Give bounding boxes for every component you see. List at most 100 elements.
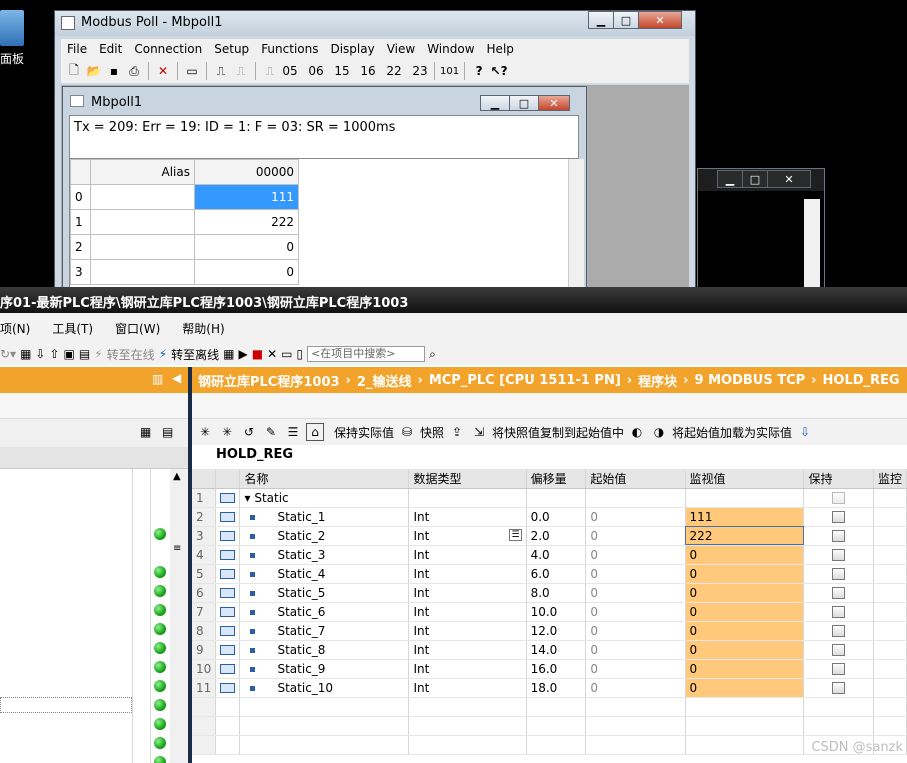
monitor-value-cell[interactable]: 222 <box>685 526 805 546</box>
fc-15-button[interactable]: 15 <box>333 62 351 80</box>
reset-start-icon[interactable]: ↺ <box>240 423 258 441</box>
help-icon[interactable]: ? <box>470 62 488 80</box>
stop-cpu-icon[interactable]: ■ <box>252 347 263 361</box>
datatype-cell[interactable]: Int <box>408 564 527 584</box>
cross-ref-icon[interactable]: ✕ <box>267 347 277 361</box>
retain-checkbox[interactable] <box>832 549 846 561</box>
start-value-cell[interactable]: 0 <box>585 678 686 698</box>
table-row[interactable]: 4 Static_3 Int 4.0 0 0 <box>192 545 907 565</box>
compile-icon[interactable]: ▦ <box>20 347 31 361</box>
menu-window[interactable]: Window <box>421 42 480 56</box>
monitor-value-cell[interactable]: 0 <box>685 602 805 622</box>
collapse-icon[interactable]: ▾ <box>244 491 250 505</box>
value-cell[interactable]: 0 <box>194 259 299 285</box>
start-value-cell[interactable]: 0 <box>585 602 686 622</box>
monitor-value-cell[interactable]: 0 <box>685 564 805 584</box>
background-scrollbar[interactable] <box>804 199 820 289</box>
retain-checkbox[interactable] <box>832 663 846 675</box>
download-icon[interactable]: ⇩ <box>35 347 45 361</box>
breadcrumb-folder[interactable]: 9 MODBUS TCP <box>695 373 806 388</box>
fc-22-button[interactable]: 22 <box>385 62 403 80</box>
retain-header[interactable]: 保持 <box>803 469 874 489</box>
upload-icon[interactable]: ⇧ <box>49 347 59 361</box>
datatype-cell[interactable]: Int <box>408 659 527 679</box>
monitor-value-cell[interactable]: 111 <box>685 507 805 527</box>
monitor-value-cell[interactable]: 0 <box>685 583 805 603</box>
redo-icon[interactable]: ↻▾ <box>0 347 16 361</box>
copy-snapshot-alt-icon[interactable]: ⇲ <box>470 423 488 441</box>
variable-name[interactable]: Static_5 <box>277 586 325 600</box>
menu-setup[interactable]: Setup <box>208 42 255 56</box>
value-cell[interactable]: 222 <box>194 209 299 235</box>
search-project-icon[interactable]: ⌕ <box>429 347 436 362</box>
retain-checkbox[interactable] <box>832 530 846 542</box>
variable-name[interactable]: Static_9 <box>277 662 325 676</box>
retain-checkbox[interactable] <box>832 606 846 618</box>
table-row[interactable]: 2 Static_1 Int 0.0 0 111 <box>192 507 907 527</box>
disconnect-icon[interactable]: ⎍ <box>232 62 250 80</box>
retain-checkbox[interactable] <box>832 511 846 523</box>
breadcrumb-project[interactable]: 钢研立库PLC程序1003 <box>198 371 340 390</box>
go-online-button[interactable]: 转至离线 <box>171 346 219 363</box>
address-header[interactable]: 00000 <box>194 159 299 185</box>
empty-row[interactable] <box>192 697 907 717</box>
variable-name[interactable]: Static_7 <box>277 624 325 638</box>
start-value-cell[interactable]: 0 <box>585 640 686 660</box>
breadcrumb-block[interactable]: HOLD_REG <box>823 373 900 388</box>
start-value-cell[interactable]: 0 <box>585 659 686 679</box>
close-button[interactable]: ✕ <box>638 11 682 29</box>
menu-view[interactable]: View <box>381 42 421 56</box>
table-row[interactable]: 9 Static_8 Int 14.0 0 0 <box>192 640 907 660</box>
grid-vertical-scrollbar[interactable] <box>568 159 584 299</box>
menu-file[interactable]: File <box>61 42 93 56</box>
start-value-header[interactable]: 起始值 <box>585 469 686 489</box>
breadcrumb-cpu[interactable]: MCP_PLC [CPU 1511-1 PN] <box>429 373 621 388</box>
background-window-title-bar[interactable]: ▁ □ ✕ <box>698 169 824 191</box>
snapshot-button[interactable]: 快照 <box>420 424 444 441</box>
go-online-icon[interactable]: ⚡ <box>159 347 167 361</box>
table-row[interactable]: 3 Static_2 Int ☰ 2.0 0 222 <box>192 526 907 546</box>
datatype-cell[interactable]: Int <box>408 640 527 660</box>
monitor-value-cell[interactable]: 0 <box>685 659 805 679</box>
add-row-icon[interactable]: ✳ <box>218 423 236 441</box>
start-value-cell[interactable]: 0 <box>585 507 686 527</box>
pulse-icon[interactable]: ⎍ <box>261 62 279 80</box>
desktop-icon[interactable]: 面板 <box>0 10 40 70</box>
fc-06-button[interactable]: 06 <box>307 62 325 80</box>
child-close-button[interactable]: ✕ <box>538 95 570 111</box>
start-value-cell[interactable]: 0 <box>585 526 686 546</box>
start-value-cell[interactable]: 0 <box>585 621 686 641</box>
alias-cell[interactable] <box>90 184 195 210</box>
alias-cell[interactable] <box>90 209 195 235</box>
retain-checkbox[interactable] <box>832 492 846 504</box>
start-value-cell[interactable]: 0 <box>585 583 686 603</box>
load-start-alt-icon[interactable]: ◑ <box>650 423 668 441</box>
variable-name[interactable]: Static_3 <box>277 548 325 562</box>
delete-icon[interactable]: ✕ <box>154 62 172 80</box>
bg-close-button[interactable]: ✕ <box>767 170 811 188</box>
retain-checkbox[interactable] <box>832 682 846 694</box>
retain-checkbox[interactable] <box>832 644 846 656</box>
menu-help[interactable]: 帮助(H) <box>182 320 224 337</box>
context-help-icon[interactable]: ↖? <box>490 62 508 80</box>
menu-display[interactable]: Display <box>324 42 380 56</box>
variable-name[interactable]: Static_8 <box>277 643 325 657</box>
value-cell[interactable]: 111 <box>194 184 299 210</box>
menu-tools[interactable]: 工具(T) <box>52 320 93 337</box>
child-minimize-button[interactable]: ▁ <box>480 95 510 111</box>
datatype-cell[interactable]: Int <box>408 583 527 603</box>
variable-name[interactable]: Static_1 <box>277 510 325 524</box>
variable-name[interactable]: Static_2 <box>277 529 325 543</box>
menu-project[interactable]: 项(N) <box>0 320 30 337</box>
go-offline-icon[interactable]: ⚡ <box>94 347 102 361</box>
value-cell[interactable]: 0 <box>194 234 299 260</box>
child-maximize-button[interactable]: □ <box>509 95 539 111</box>
table-row-static-group[interactable]: 1 ▾ Static <box>192 488 907 508</box>
table-row[interactable]: 10 Static_9 Int 16.0 0 0 <box>192 659 907 679</box>
fc-05-button[interactable]: 05 <box>281 62 299 80</box>
empty-row[interactable] <box>192 735 907 755</box>
collapse-pane-icon[interactable]: ◀ <box>172 371 181 385</box>
menu-help[interactable]: Help <box>481 42 520 56</box>
copy-snapshot-icon[interactable]: ⇪ <box>448 423 466 441</box>
update-interface-icon[interactable]: ✎ <box>262 423 280 441</box>
